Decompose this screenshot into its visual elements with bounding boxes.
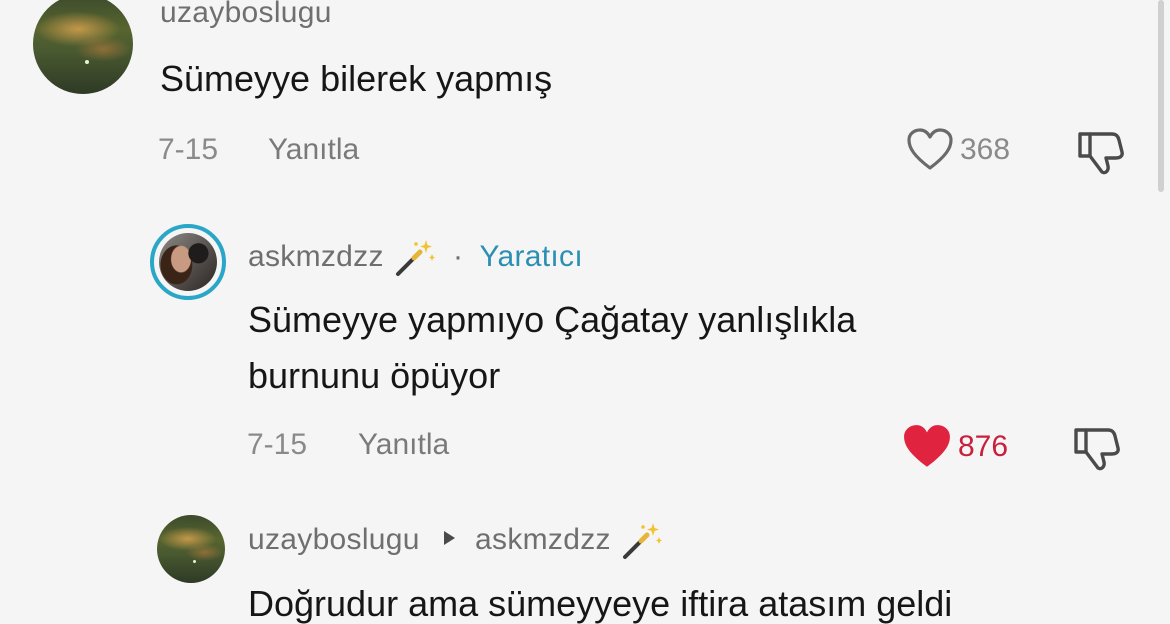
like-button[interactable]: 368 <box>906 128 1010 172</box>
scrollbar[interactable] <box>1158 0 1164 192</box>
comment-text-line-1: Sümeyye yapmıyo Çağatay yanlışlıkla <box>248 299 857 340</box>
caret-right-icon <box>444 530 456 545</box>
dislike-button[interactable] <box>1070 424 1122 477</box>
avatar[interactable] <box>157 515 225 583</box>
heart-outline-icon <box>907 128 953 170</box>
separator: · <box>453 239 464 273</box>
creator-badge: Yaratıcı <box>479 239 583 273</box>
magic-wand-icon <box>396 240 436 276</box>
like-button[interactable]: 876 <box>902 424 1008 470</box>
comment-username-row: uzayboslugu askmzdzz <box>248 521 663 561</box>
reply-to-username[interactable]: askmzdzz <box>475 523 611 556</box>
comment-username-row: askmzdzz · Yaratıcı <box>248 238 583 278</box>
thumbs-down-icon <box>1078 132 1124 175</box>
magic-wand-icon <box>623 523 663 559</box>
avatar[interactable] <box>159 233 217 291</box>
comment-username[interactable]: uzayboslugu <box>248 523 420 556</box>
reply-button[interactable]: Yanıtla <box>358 428 449 462</box>
reply-button[interactable]: Yanıtla <box>268 133 359 167</box>
comment-text: Sümeyye bilerek yapmış <box>160 58 553 99</box>
comment-text-line-2: burnunu öpüyor <box>248 355 501 396</box>
comments-screen: uzayboslugu Sümeyye bilerek yapmış 7-15 … <box>0 0 1170 624</box>
dislike-button[interactable] <box>1074 128 1126 181</box>
avatar[interactable] <box>33 0 133 94</box>
like-count: 876 <box>958 430 1009 463</box>
comment-date: 7-15 <box>158 133 219 166</box>
heart-filled-icon <box>904 425 950 467</box>
comment-username[interactable]: uzayboslugu <box>160 0 332 30</box>
comment-date: 7-15 <box>247 428 308 461</box>
like-count: 368 <box>960 133 1011 166</box>
thumbs-down-icon <box>1074 428 1120 471</box>
comment-username[interactable]: askmzdzz <box>248 240 384 273</box>
comment-text: Doğrudur ama sümeyyeye iftira atasım gel… <box>248 583 953 624</box>
